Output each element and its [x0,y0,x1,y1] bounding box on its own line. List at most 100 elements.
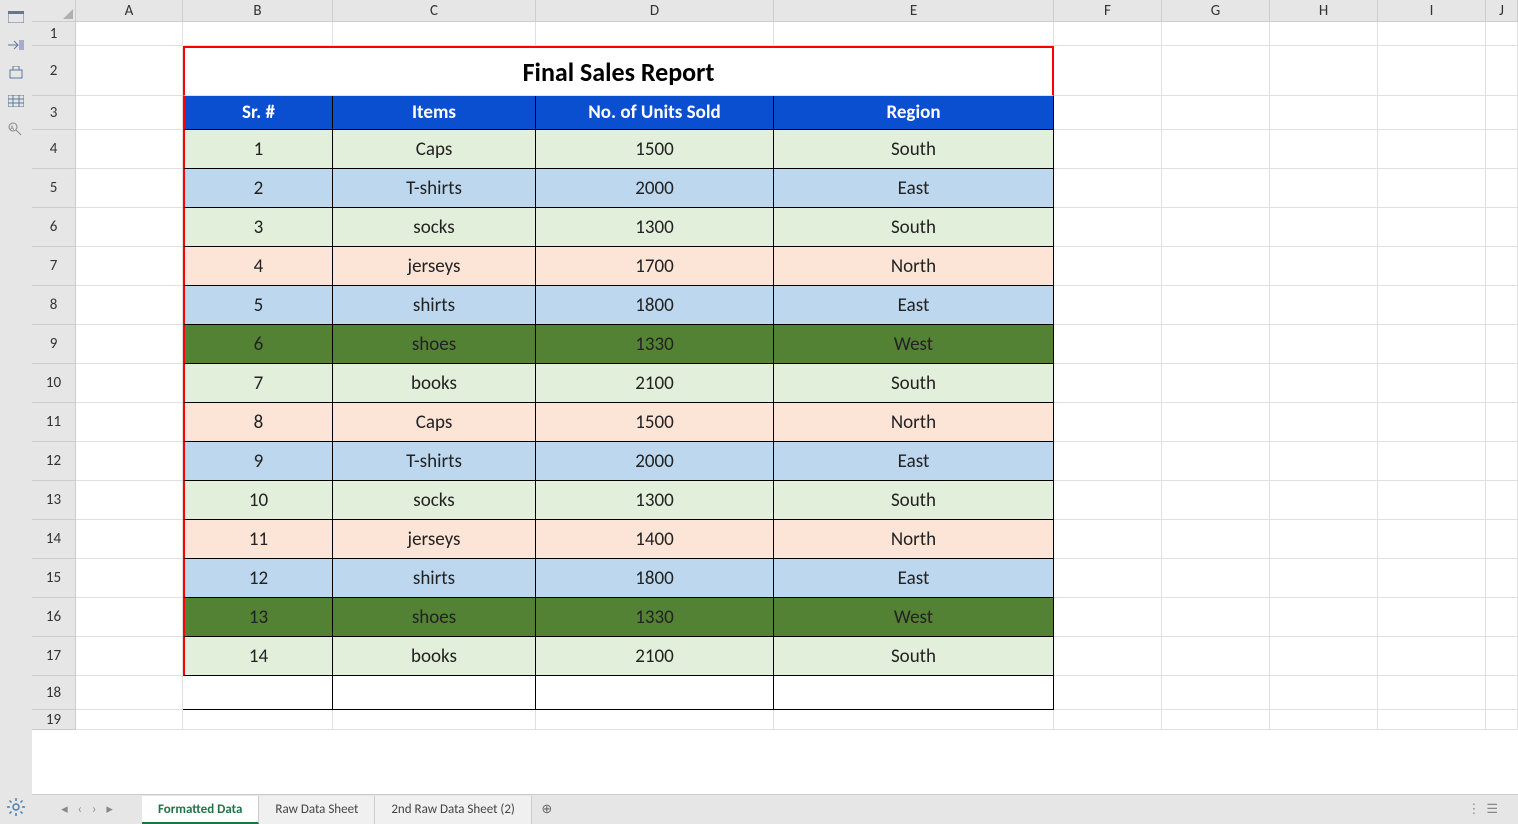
data-sr[interactable]: 4 [183,247,333,286]
cell-blank[interactable] [1270,208,1378,247]
row-header-13[interactable]: 13 [32,481,76,520]
row-header-19[interactable]: 19 [32,710,76,730]
cell-A3[interactable] [76,96,183,130]
data-region[interactable]: West [774,325,1054,364]
row-header-9[interactable]: 9 [32,325,76,364]
rail-icon-4[interactable] [7,94,25,108]
sheet-tab-raw-data[interactable]: Raw Data Sheet [259,796,375,824]
cell-blank[interactable] [1054,559,1162,598]
cell-blank[interactable] [1486,676,1518,710]
cell-blank[interactable] [1270,710,1378,730]
cell-blank[interactable] [1378,710,1486,730]
cell-blank[interactable] [76,22,183,46]
data-units[interactable]: 1330 [536,598,774,637]
cell-blank[interactable] [1054,130,1162,169]
cell-blank[interactable] [333,710,536,730]
row-header-7[interactable]: 7 [32,247,76,286]
cell-blank[interactable] [1378,325,1486,364]
cell-blank[interactable] [1162,247,1270,286]
data-item[interactable]: socks [333,208,536,247]
col-header-F[interactable]: F [1054,0,1162,21]
rail-icon-2[interactable] [7,38,25,52]
cell-blank[interactable] [1054,46,1162,96]
data-units[interactable]: 1800 [536,286,774,325]
settings-gear-icon[interactable] [7,798,25,816]
row-header-1[interactable]: 1 [32,22,76,46]
tab-nav-last-icon[interactable]: ▸ [106,802,113,817]
cell-blank[interactable] [1054,96,1162,130]
cell-blank[interactable] [1270,403,1378,442]
data-units[interactable]: 1800 [536,559,774,598]
data-sr[interactable]: 3 [183,208,333,247]
row-header-11[interactable]: 11 [32,403,76,442]
header-region[interactable]: Region [774,96,1054,130]
cell-blank[interactable] [1378,520,1486,559]
data-units[interactable]: 1500 [536,403,774,442]
col-header-J[interactable]: J [1486,0,1518,21]
cell-blank[interactable] [1162,710,1270,730]
cell-blank[interactable] [1162,637,1270,676]
cell-blank[interactable] [1486,325,1518,364]
cell-blank[interactable] [1378,364,1486,403]
cell-blank[interactable] [1054,208,1162,247]
cell-A8[interactable] [76,286,183,325]
cell-blank[interactable] [774,22,1054,46]
cell-blank[interactable] [1270,481,1378,520]
row-header-3[interactable]: 3 [32,96,76,130]
cell-blank[interactable] [1378,481,1486,520]
cell-blank[interactable] [1162,46,1270,96]
cell-blank[interactable] [1486,481,1518,520]
header-sr[interactable]: Sr. # [183,96,333,130]
cell-blank[interactable] [1486,364,1518,403]
cell-blank[interactable] [1378,442,1486,481]
data-sr[interactable]: 14 [183,637,333,676]
cell-blank[interactable] [1054,520,1162,559]
data-item[interactable]: T-shirts [333,442,536,481]
col-header-I[interactable]: I [1378,0,1486,21]
cell-blank[interactable] [1378,22,1486,46]
row-header-16[interactable]: 16 [32,598,76,637]
data-region[interactable]: South [774,637,1054,676]
cell-blank[interactable] [1486,442,1518,481]
cell-blank[interactable] [774,710,1054,730]
data-units[interactable]: 1400 [536,520,774,559]
cell-blank[interactable] [1270,598,1378,637]
data-sr[interactable]: 13 [183,598,333,637]
cell-blank[interactable] [1162,520,1270,559]
rail-icon-1[interactable] [7,10,25,24]
data-item[interactable]: shoes [333,325,536,364]
cell-blank[interactable] [1486,22,1518,46]
cell-blank[interactable] [1270,46,1378,96]
cell-blank[interactable] [1378,96,1486,130]
header-units[interactable]: No. of Units Sold [536,96,774,130]
col-header-C[interactable]: C [333,0,536,21]
cell-blank[interactable] [1378,559,1486,598]
cell-A5[interactable] [76,169,183,208]
cell-blank[interactable] [1054,598,1162,637]
cell-blank[interactable] [1378,676,1486,710]
data-units[interactable]: 1300 [536,481,774,520]
data-region[interactable]: South [774,208,1054,247]
sheet-tab-2nd-raw-data[interactable]: 2nd Raw Data Sheet (2) [375,796,532,824]
cell-blank[interactable] [536,710,774,730]
cell-blank[interactable] [1162,676,1270,710]
tabbar-options-icon[interactable]: ⋮ [1467,802,1480,817]
cell-blank[interactable] [1378,130,1486,169]
cell-blank[interactable] [333,22,536,46]
data-region[interactable]: East [774,559,1054,598]
data-sr[interactable]: 8 [183,403,333,442]
cell-D18[interactable] [536,676,774,710]
data-item[interactable]: shoes [333,598,536,637]
data-item[interactable]: shirts [333,286,536,325]
row-header-12[interactable]: 12 [32,442,76,481]
cell-blank[interactable] [1270,637,1378,676]
cell-blank[interactable] [1378,598,1486,637]
data-sr[interactable]: 5 [183,286,333,325]
header-items[interactable]: Items [333,96,536,130]
data-item[interactable]: Caps [333,403,536,442]
cell-A4[interactable] [76,130,183,169]
tab-nav-first-icon[interactable]: ◂ [61,802,68,817]
data-units[interactable]: 1700 [536,247,774,286]
cell-blank[interactable] [183,22,333,46]
cell-blank[interactable] [1486,637,1518,676]
